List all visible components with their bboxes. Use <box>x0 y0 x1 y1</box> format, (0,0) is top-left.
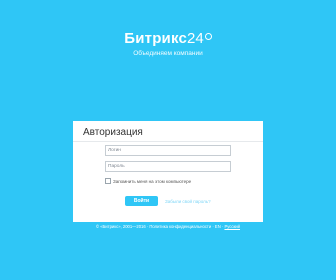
login-field[interactable]: Логин <box>105 145 231 156</box>
forgot-password-link[interactable]: Забыли свой пароль? <box>165 199 211 204</box>
bitrix24-logo: Битрикс24 <box>124 30 212 48</box>
brand-header: Битрикс24 Объединяем компании <box>0 30 336 57</box>
remember-checkbox[interactable] <box>105 178 111 184</box>
logo-name: Битрикс <box>124 30 188 47</box>
auth-card: Авторизация Логин Пароль Запомнить меня … <box>73 121 263 222</box>
slogan: Объединяем компании <box>133 50 203 57</box>
login-button[interactable]: Войти <box>125 196 158 206</box>
footer: © «Битрикс», 2001—2016 · Политика конфид… <box>0 224 336 229</box>
footer-copyright: © «Битрикс», 2001—2016 · Политика конфид… <box>95 224 224 229</box>
remember-label: Запомнить меня на этом компьютере <box>113 178 192 184</box>
language-link[interactable]: Русский <box>224 224 240 229</box>
divider <box>73 141 263 142</box>
auth-title: Авторизация <box>83 127 143 138</box>
cloud-icon <box>204 33 212 40</box>
remember-me[interactable]: Запомнить меня на этом компьютере <box>105 178 191 184</box>
logo-number: 24 <box>187 30 204 47</box>
password-field[interactable]: Пароль <box>105 161 231 172</box>
